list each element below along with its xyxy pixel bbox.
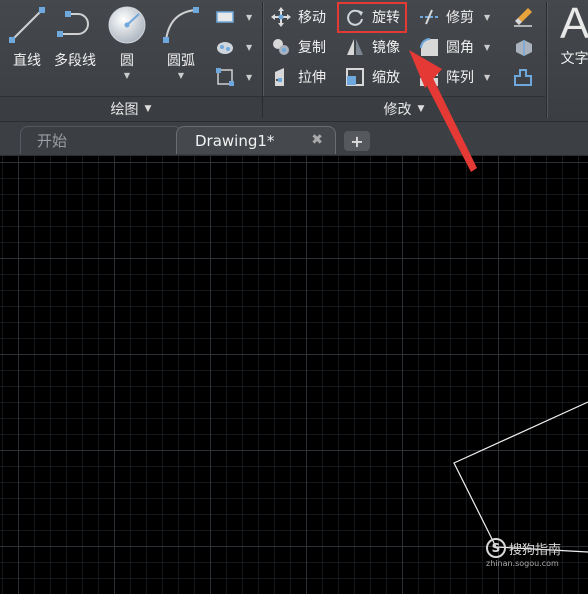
drawing-canvas[interactable] <box>0 156 588 594</box>
rectangle-icon <box>214 6 236 28</box>
text-tool[interactable]: A 文字 <box>560 0 588 68</box>
mirror-icon <box>344 36 366 58</box>
erase-tool[interactable] <box>512 4 534 30</box>
text-tool-label: 文字 <box>560 51 588 67</box>
chevron-down-icon[interactable]: ▼ <box>246 13 252 22</box>
text-icon: A <box>560 0 588 48</box>
chevron-down-icon[interactable]: ▼ <box>246 43 252 52</box>
panel-divider <box>546 2 547 118</box>
chevron-down-icon[interactable]: ▼ <box>178 71 184 80</box>
chevron-down-icon: ▼ <box>417 104 425 114</box>
close-icon[interactable]: ✖ <box>311 132 323 148</box>
fillet-tool-label: 圆角 <box>446 40 474 56</box>
watermark-url: zhinan.sogou.com <box>486 559 559 568</box>
move-tool-label: 移动 <box>298 10 326 26</box>
polyline-tool-label: 多段线 <box>54 53 96 69</box>
circle-tool-label: 圆 <box>120 53 134 69</box>
copy-icon <box>270 36 292 58</box>
stretch-tool[interactable]: 拉伸 <box>270 64 326 90</box>
polyline-tool[interactable]: 多段线 <box>54 4 96 70</box>
plus-icon: + <box>350 131 364 151</box>
rectangle-tool[interactable]: ▼ <box>214 4 252 30</box>
move-tool[interactable]: 移动 <box>270 4 326 30</box>
chevron-down-icon: ▼ <box>144 104 152 114</box>
arc-tool-label: 圆弧 <box>167 53 195 69</box>
tab-start[interactable]: 开始 <box>20 126 182 154</box>
draw-panel-title-label: 绘图 <box>110 102 139 118</box>
scale-icon <box>344 66 366 88</box>
ribbon: 直线 多段线 圆 ▼ 圆弧 ▼ ▼ ▼ ▼ 绘图 ▼ 移动 复制 拉伸 旋转 镜… <box>0 0 588 122</box>
boundary-icon <box>214 66 236 88</box>
line-icon <box>9 7 45 43</box>
array-tool-label: 阵列 <box>446 70 474 86</box>
line-tool-label: 直线 <box>13 53 41 69</box>
circle-tool[interactable]: 圆 ▼ <box>106 4 148 80</box>
explode-tool[interactable] <box>512 34 534 60</box>
rotate-highlight-box <box>337 2 407 33</box>
chevron-down-icon[interactable]: ▼ <box>246 73 252 82</box>
stretch-icon <box>270 66 292 88</box>
modify-panel-title[interactable]: 修改 ▼ <box>263 98 545 120</box>
move-icon <box>270 6 292 28</box>
sogou-watermark: S 搜狗指南 zhinan.sogou.com <box>486 538 561 568</box>
trim-tool-label: 修剪 <box>446 10 474 26</box>
copy-tool-label: 复制 <box>298 40 326 56</box>
offset-tool[interactable] <box>512 64 534 90</box>
trim-icon <box>418 6 440 28</box>
arc-icon <box>163 7 199 43</box>
chevron-down-icon[interactable]: ▼ <box>484 73 490 82</box>
stretch-tool-label: 拉伸 <box>298 70 326 86</box>
scale-tool[interactable]: 缩放 <box>344 64 400 90</box>
boundary-tool[interactable]: ▼ <box>214 64 252 90</box>
watermark-brand: 搜狗指南 <box>509 542 562 558</box>
chevron-down-icon[interactable]: ▼ <box>484 43 490 52</box>
line-tool[interactable]: 直线 <box>6 4 48 70</box>
trim-tool[interactable]: 修剪 ▼ <box>418 4 490 30</box>
copy-tool[interactable]: 复制 <box>270 34 326 60</box>
explode-icon <box>512 36 534 58</box>
eraser-icon <box>512 6 534 28</box>
arc-tool[interactable]: 圆弧 ▼ <box>160 4 202 80</box>
sogou-logo-icon: S <box>486 538 506 558</box>
modify-panel-title-label: 修改 <box>383 102 412 118</box>
polyline-icon <box>57 11 89 37</box>
draw-panel-title[interactable]: 绘图 ▼ <box>0 98 262 120</box>
array-tool[interactable]: 阵列 ▼ <box>418 64 490 90</box>
hatch-icon <box>214 36 236 58</box>
tab-drawing1-label: Drawing1* <box>195 131 275 150</box>
array-icon <box>418 66 440 88</box>
new-tab-button[interactable]: + <box>344 131 370 151</box>
chevron-down-icon[interactable]: ▼ <box>124 71 130 80</box>
circle-icon <box>108 6 146 44</box>
tab-drawing1[interactable]: Drawing1* ✖ <box>176 126 336 154</box>
tab-start-label: 开始 <box>37 132 68 150</box>
document-tab-bar: 开始 Drawing1* ✖ + <box>0 122 588 156</box>
hatch-tool[interactable]: ▼ <box>214 34 252 60</box>
fillet-tool[interactable]: 圆角 ▼ <box>418 34 490 60</box>
offset-icon <box>512 66 534 88</box>
scale-tool-label: 缩放 <box>372 70 400 86</box>
mirror-tool-label: 镜像 <box>372 40 400 56</box>
fillet-icon <box>418 36 440 58</box>
chevron-down-icon[interactable]: ▼ <box>484 13 490 22</box>
mirror-tool[interactable]: 镜像 <box>344 34 400 60</box>
